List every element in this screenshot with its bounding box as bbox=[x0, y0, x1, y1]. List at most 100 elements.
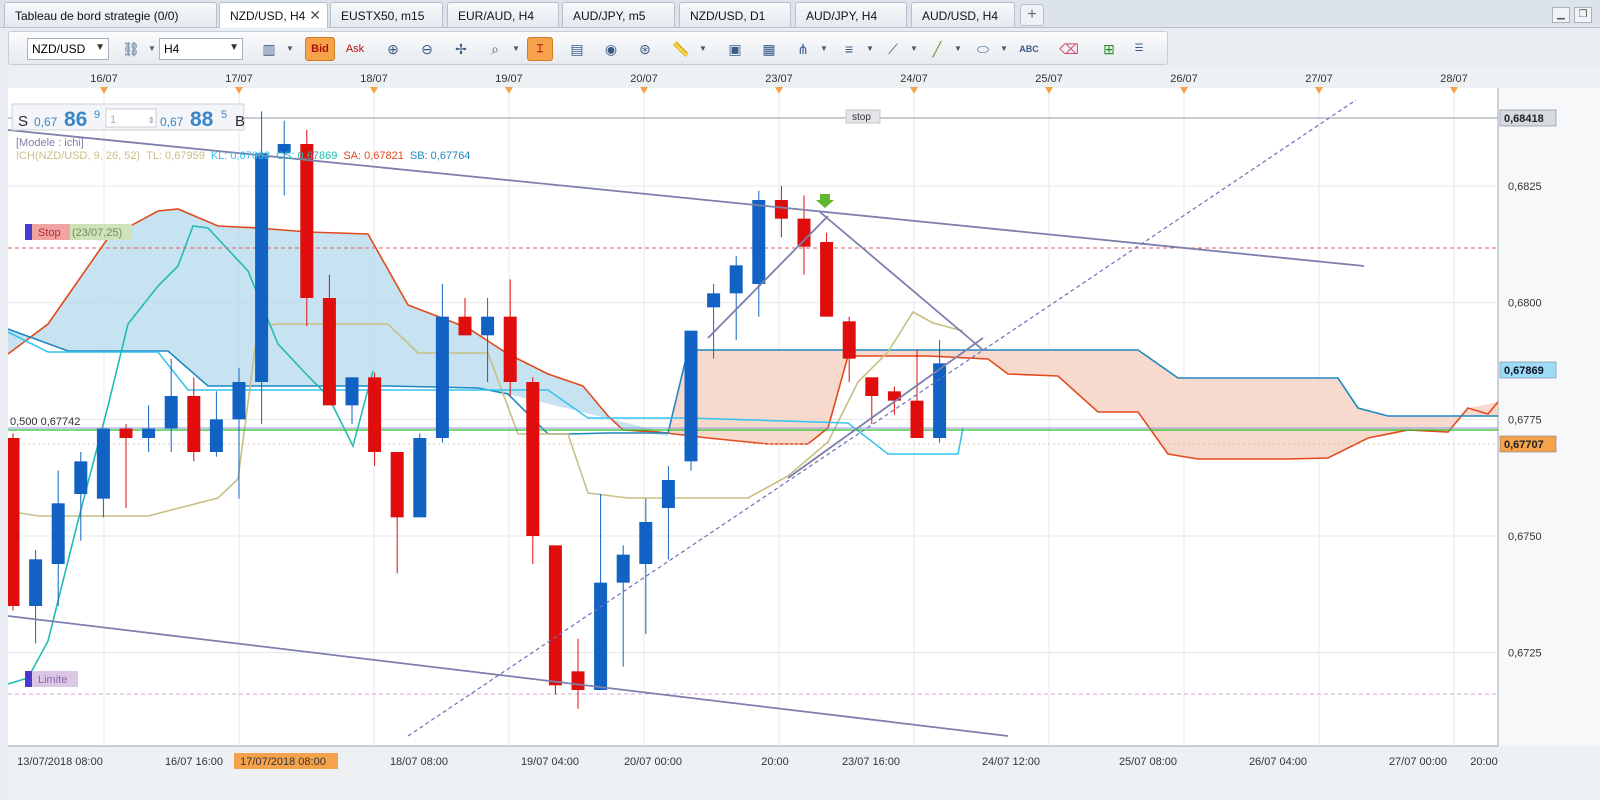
span-a-value: SA: 0,67821 bbox=[343, 150, 404, 162]
close-tab-icon[interactable]: ✕ bbox=[309, 7, 321, 24]
window-icon[interactable]: ▦ bbox=[757, 37, 781, 61]
sell-label[interactable]: S bbox=[18, 113, 28, 130]
sell-price-pips[interactable]: 86 bbox=[64, 108, 87, 131]
tab-audusd-h4[interactable]: AUD/USD, H4 bbox=[911, 2, 1015, 27]
bullish-candle bbox=[435, 316, 449, 438]
limit-tag-handle[interactable] bbox=[25, 671, 32, 687]
bearish-candle bbox=[820, 242, 834, 317]
text-tool-icon[interactable]: ABC bbox=[1017, 37, 1041, 61]
trendline-icon[interactable]: ╱ bbox=[925, 37, 949, 61]
chart-svg[interactable]: 16/07 17/07 18/07 19/07 20/07 23/07 24/07 25/07… bbox=[6, 66, 1600, 800]
hierarchy-icon[interactable]: ⊞ bbox=[1097, 37, 1121, 61]
bearish-candle bbox=[774, 200, 788, 219]
stepper-icon[interactable]: ⇕ bbox=[148, 116, 155, 125]
bottom-date-label: 27/07 00:00 bbox=[1389, 756, 1447, 768]
buy-price-pips[interactable]: 88 bbox=[190, 108, 214, 131]
top-date-label: 19/07 bbox=[495, 73, 523, 85]
crosshair-icon[interactable]: ✢ bbox=[449, 37, 473, 61]
tab-label: AUD/JPY, m5 bbox=[573, 9, 646, 23]
chevron-down-icon: ▼ bbox=[95, 42, 105, 53]
cursor-tool-icon[interactable]: ⌶ bbox=[527, 37, 553, 61]
chevron-down-icon[interactable]: ▼ bbox=[866, 44, 874, 53]
lines-icon[interactable]: ≡ bbox=[837, 37, 861, 61]
properties-icon[interactable]: ▤ bbox=[565, 37, 589, 61]
top-date-label: 23/07 bbox=[765, 73, 793, 85]
chevron-down-icon[interactable]: ▼ bbox=[954, 44, 962, 53]
ask-button[interactable]: Ask bbox=[340, 37, 370, 61]
chart-type-icon[interactable]: ▥ bbox=[257, 37, 281, 61]
bottom-date-label: 19/07 04:00 bbox=[521, 756, 579, 768]
bullish-candle bbox=[707, 293, 721, 308]
bullish-candle bbox=[345, 377, 359, 406]
bearish-candle bbox=[910, 400, 924, 438]
eraser-icon[interactable]: ⌫ bbox=[1057, 37, 1081, 61]
tab-dashboard[interactable]: Tableau de bord strategie (0/0) bbox=[4, 2, 217, 27]
sell-price-frac: 9 bbox=[94, 109, 100, 121]
zoom-out-icon[interactable]: ⊖ bbox=[415, 37, 439, 61]
stop-line-tag[interactable]: stop bbox=[845, 109, 881, 124]
minimize-button[interactable]: ▁ bbox=[1552, 7, 1570, 23]
kijun-value: KL: 0,67683 bbox=[211, 150, 270, 162]
magnifier-icon[interactable]: ⌕ bbox=[483, 37, 507, 61]
symbol-value: NZD/USD bbox=[32, 42, 86, 56]
pitchfork-icon[interactable]: ⋔ bbox=[791, 37, 815, 61]
ruler-icon[interactable]: 📏 bbox=[669, 37, 693, 61]
bottom-date-label: 20:00 bbox=[761, 756, 789, 768]
limit-order-tag[interactable]: Limite bbox=[25, 671, 78, 687]
globe-icon[interactable]: ⊛ bbox=[633, 37, 657, 61]
more-options-icon[interactable]: ☰ bbox=[1127, 37, 1151, 61]
buy-price-frac: 5 bbox=[221, 109, 227, 121]
quote-widget[interactable]: S 0,67 86 9 1 ⇕ 0,67 88 5 B bbox=[11, 103, 245, 131]
chevron-down-icon[interactable]: ▼ bbox=[512, 44, 520, 53]
bottom-date-label: 24/07 12:00 bbox=[982, 756, 1040, 768]
restore-button[interactable]: ❐ bbox=[1574, 7, 1592, 23]
tab-nzdusd-h4[interactable]: NZD/USD, H4 ✕ bbox=[219, 2, 328, 28]
chevron-down-icon[interactable]: ▼ bbox=[286, 44, 294, 53]
link-icon[interactable]: ⛓ bbox=[119, 37, 143, 61]
price-tag-label: 0,67707 bbox=[1504, 439, 1544, 451]
tab-label: EUSTX50, m15 bbox=[341, 9, 425, 23]
timeframe-select[interactable]: H4 ▼ bbox=[159, 38, 243, 60]
bullish-candle bbox=[51, 503, 65, 564]
chevron-down-icon[interactable]: ▼ bbox=[699, 44, 707, 53]
stop-tag-handle[interactable] bbox=[25, 224, 32, 240]
eye-icon[interactable]: ◉ bbox=[599, 37, 623, 61]
bullish-candle bbox=[164, 396, 178, 429]
sell-price-big[interactable]: 0,67 bbox=[34, 115, 58, 129]
chevron-down-icon[interactable]: ▼ bbox=[910, 44, 918, 53]
tab-eustx50-m15[interactable]: EUSTX50, m15 bbox=[330, 2, 443, 27]
bearish-candle bbox=[526, 382, 540, 536]
price-tag-label: 0,68418 bbox=[1504, 113, 1544, 125]
price-axis-label: 0,6775 bbox=[1508, 414, 1542, 426]
symbol-select[interactable]: NZD/USD ▼ bbox=[27, 38, 109, 60]
top-date-label: 18/07 bbox=[360, 73, 388, 85]
limit-tag-label: Limite bbox=[38, 674, 67, 686]
price-chart[interactable]: 16/07 17/07 18/07 19/07 20/07 23/07 24/07 25/07… bbox=[6, 66, 1600, 800]
tab-nzdusd-d1[interactable]: NZD/USD, D1 bbox=[679, 2, 791, 27]
bid-button[interactable]: Bid bbox=[305, 37, 335, 61]
tab-euraud-h4[interactable]: EUR/AUD, H4 bbox=[447, 2, 559, 27]
buy-label[interactable]: B bbox=[235, 113, 245, 130]
buy-price-big[interactable]: 0,67 bbox=[160, 115, 184, 129]
image-icon[interactable]: ▣ bbox=[723, 37, 747, 61]
bearish-candle bbox=[458, 316, 472, 336]
stop-order-tag[interactable]: Stop (23/07,25) bbox=[25, 224, 132, 240]
add-tab-button[interactable]: + bbox=[1020, 4, 1044, 26]
bullish-candle bbox=[684, 330, 698, 462]
timeframe-value: H4 bbox=[164, 42, 180, 56]
zoom-in-icon[interactable]: ⊕ bbox=[381, 37, 405, 61]
bearish-candle bbox=[368, 377, 382, 452]
bottom-date-label: 18/07 08:00 bbox=[390, 756, 448, 768]
ellipse-icon[interactable]: ⬭ bbox=[971, 37, 995, 61]
bullish-candle bbox=[142, 428, 156, 438]
chevron-down-icon[interactable]: ▼ bbox=[1000, 44, 1008, 53]
bearish-candle bbox=[187, 396, 201, 452]
price-axis-label: 0,6750 bbox=[1508, 531, 1542, 543]
tab-label: Tableau de bord strategie (0/0) bbox=[15, 9, 179, 23]
fan-icon[interactable]: ⟋ bbox=[881, 37, 905, 61]
chevron-down-icon[interactable]: ▼ bbox=[148, 44, 156, 53]
amount-value: 1 bbox=[110, 114, 116, 126]
tab-audjpy-m5[interactable]: AUD/JPY, m5 bbox=[562, 2, 675, 27]
chevron-down-icon[interactable]: ▼ bbox=[820, 44, 828, 53]
tab-audjpy-h4[interactable]: AUD/JPY, H4 bbox=[795, 2, 907, 27]
